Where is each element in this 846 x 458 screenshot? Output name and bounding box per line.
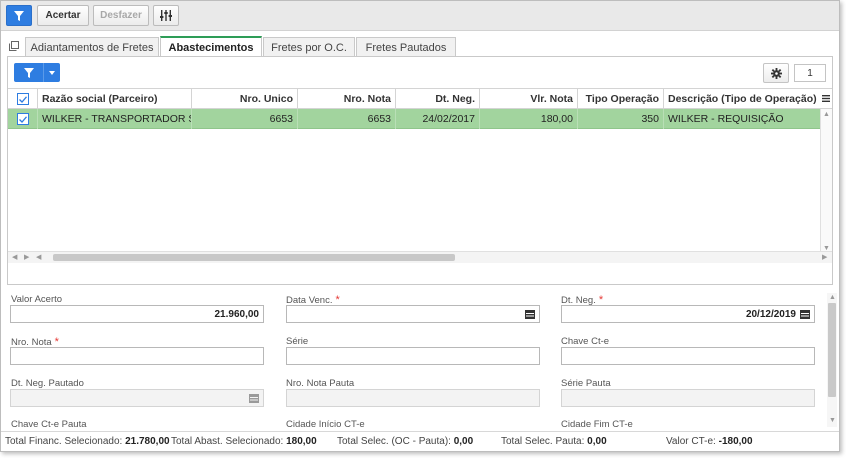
serie-label: Série	[286, 336, 309, 347]
select-all-checkbox[interactable]	[17, 93, 29, 105]
scroll-up-icon[interactable]: ▲	[823, 110, 830, 120]
scroll-thumb[interactable]	[53, 254, 455, 261]
total-selec-oc: Total Selec. (OC - Pauta): 0,00	[337, 436, 474, 447]
col-nro-nota[interactable]: Nro. Nota	[298, 89, 396, 109]
form-scroll-thumb[interactable]	[828, 303, 836, 397]
column-settings-button[interactable]	[153, 5, 179, 26]
window: Acertar Desfazer Adiantamentos de Fretes…	[0, 0, 840, 452]
grid-filter-dropdown[interactable]	[44, 63, 60, 82]
page-number[interactable]: 1	[794, 64, 826, 82]
tab-fretes-pautados[interactable]: Fretes Pautados	[356, 37, 456, 57]
scroll-up-icon[interactable]: ▲	[829, 293, 836, 303]
acerto-form: Valor Acerto 21.960,00 Data Venc. * Dt. N…	[1, 288, 827, 429]
col-dt-neg[interactable]: Dt. Neg.	[396, 89, 480, 109]
chave-cte-label: Chave Ct-e	[561, 336, 610, 347]
calendar-icon[interactable]	[525, 309, 535, 319]
cell-nro-nota[interactable]: 6653	[298, 109, 396, 129]
scroll-back-icon[interactable]: ◀	[36, 253, 41, 263]
calendar-icon	[249, 393, 259, 403]
scroll-down-icon[interactable]: ▼	[829, 416, 836, 426]
filter-button[interactable]	[6, 5, 32, 26]
menu-icon	[822, 95, 830, 102]
chevron-down-icon	[49, 70, 55, 75]
valor-acerto-label: Valor Acerto	[11, 294, 63, 305]
filter-icon	[14, 10, 24, 21]
col-descricao[interactable]: Descrição (Tipo de Operação)	[664, 89, 820, 109]
copy-icon[interactable]	[9, 41, 19, 51]
col-razao-social[interactable]: Razão social (Parceiro)	[38, 89, 192, 109]
grid-settings-button[interactable]	[763, 63, 789, 83]
dt-neg-value: 20/12/2019	[745, 308, 796, 320]
grid-filter-button[interactable]	[14, 63, 60, 82]
chave-cte-pauta-label: Chave Ct-e Pauta	[11, 419, 87, 429]
cell-vlr-nota[interactable]: 180,00	[480, 109, 578, 129]
scroll-first-icon[interactable]: ◀	[12, 253, 17, 263]
top-toolbar: Acertar Desfazer	[1, 1, 839, 31]
desfazer-button[interactable]: Desfazer	[93, 5, 149, 26]
cidade-fim-label: Cidade Fim CT-e	[561, 419, 633, 429]
data-venc-field[interactable]	[286, 305, 540, 323]
gear-icon	[770, 67, 782, 79]
cell-tipo-operacao[interactable]: 350	[578, 109, 664, 129]
scroll-left-icon[interactable]: ▶	[24, 253, 29, 263]
scroll-right-icon[interactable]: ▶	[822, 253, 827, 263]
col-vlr-nota[interactable]: Vlr. Nota	[480, 89, 578, 109]
dt-neg-field[interactable]: 20/12/2019	[561, 305, 815, 323]
dt-neg-pautado-label: Dt. Neg. Pautado	[11, 378, 84, 389]
valor-acerto-field[interactable]: 21.960,00	[10, 305, 264, 323]
serie-pauta-field	[561, 389, 815, 407]
cell-descricao[interactable]: WILKER - REQUISIÇÃO	[664, 109, 820, 129]
check-icon	[19, 115, 27, 123]
grid-header: Razão social (Parceiro) Nro. Unico Nro. …	[8, 89, 820, 109]
grid-horizontal-scrollbar[interactable]: ◀ ▶ ◀ ▶	[8, 251, 832, 263]
status-bar: Total Financ. Selecionado: 21.780,00 Tot…	[1, 431, 839, 451]
serie-pauta-label: Série Pauta	[561, 378, 611, 389]
cell-dt-neg[interactable]: 24/02/2017	[396, 109, 480, 129]
tab-adiantamentos[interactable]: Adiantamentos de Fretes	[25, 37, 159, 57]
total-selec-pauta: Total Selec. Pauta: 0,00	[501, 436, 607, 447]
cell-nro-unico[interactable]: 6653	[192, 109, 298, 129]
nro-nota-pauta-label: Nro. Nota Pauta	[286, 378, 355, 389]
filter-icon	[23, 67, 34, 78]
row-select-cell[interactable]	[8, 109, 38, 129]
serie-field[interactable]	[286, 347, 540, 365]
grid-vertical-scrollbar[interactable]: ▲ ▼	[820, 109, 832, 256]
check-icon	[19, 95, 27, 103]
valor-cte: Valor CT-e: -180,00	[666, 436, 753, 447]
cell-razao-social[interactable]: WILKER - TRANSPORTADOR SFRA	[38, 109, 192, 129]
nro-nota-field[interactable]	[10, 347, 264, 365]
cidade-inicio-label: Cidade Início CT-e	[286, 419, 365, 429]
col-nro-unico[interactable]: Nro. Unico	[192, 89, 298, 109]
total-abast: Total Abast. Selecionado: 180,00	[171, 436, 317, 447]
tab-fretes-oc[interactable]: Fretes por O.C.	[263, 37, 355, 57]
col-tipo-operacao[interactable]: Tipo Operação	[578, 89, 664, 109]
column-menu-button[interactable]	[820, 89, 832, 109]
calendar-icon[interactable]	[800, 309, 810, 319]
nro-nota-pauta-field	[286, 389, 540, 407]
acertar-button[interactable]: Acertar	[37, 5, 89, 26]
total-financ: Total Financ. Selecionado: 21.780,00	[5, 436, 170, 447]
abastecimentos-panel: 1 Razão social (Parceiro) Nro. Unico Nro…	[7, 56, 833, 285]
row-checkbox[interactable]	[17, 113, 29, 125]
table-row[interactable]: WILKER - TRANSPORTADOR SFRA 6653 6653 24…	[8, 109, 820, 129]
abastecimentos-grid: Razão social (Parceiro) Nro. Unico Nro. …	[8, 88, 832, 263]
chave-cte-field[interactable]	[561, 347, 815, 365]
dt-neg-pautado-field	[10, 389, 264, 407]
form-vertical-scrollbar[interactable]: ▲ ▼	[827, 293, 837, 427]
sliders-icon	[160, 10, 172, 21]
header-select-all-cell[interactable]	[8, 89, 38, 109]
grid-filter-main[interactable]	[14, 63, 44, 82]
tab-abastecimentos[interactable]: Abastecimentos	[160, 36, 262, 57]
